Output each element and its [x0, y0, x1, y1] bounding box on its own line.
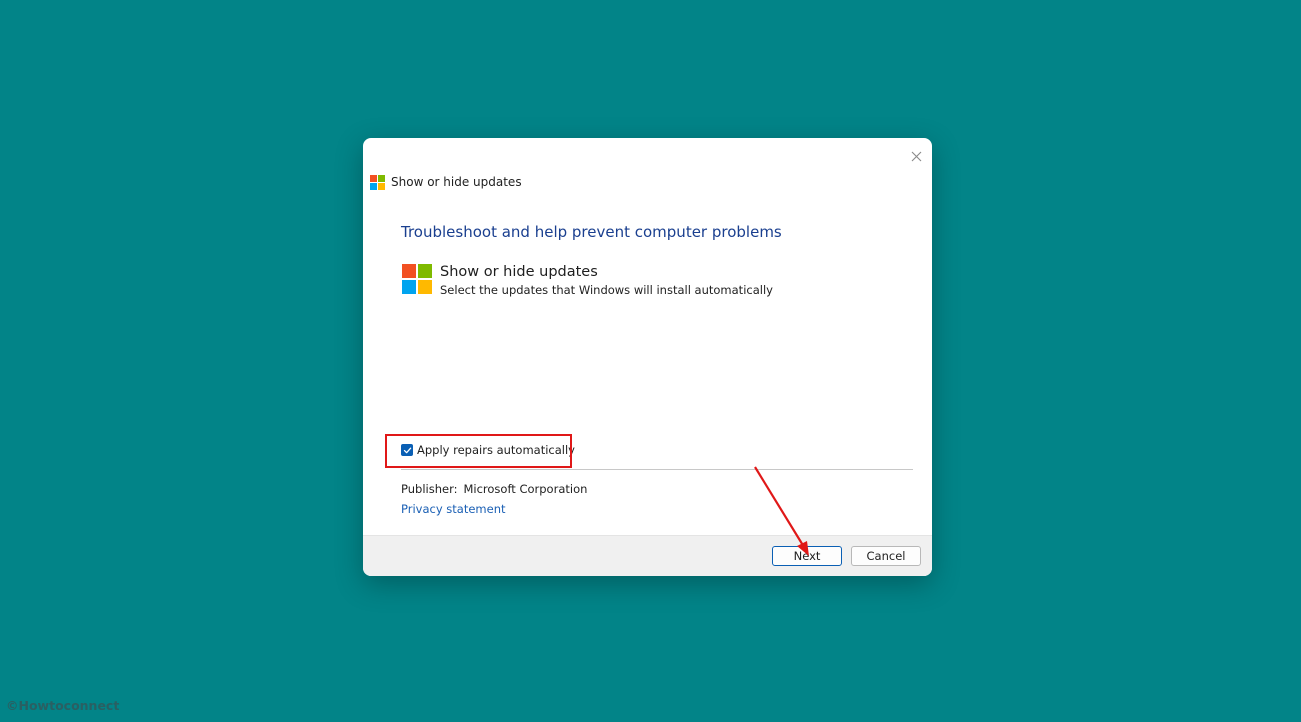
troubleshooter-dialog: Show or hide updates Troubleshoot and he…: [363, 138, 932, 576]
checkmark-icon: [403, 447, 411, 453]
logo-square-red: [370, 174, 377, 182]
publisher-value: Microsoft Corporation: [463, 482, 588, 496]
logo-square-red: [402, 264, 416, 278]
apply-repairs-label[interactable]: Apply repairs automatically: [417, 443, 575, 457]
troubleshooter-description: Select the updates that Windows will ins…: [440, 283, 773, 297]
dialog-footer: Next Cancel: [363, 535, 932, 576]
windows-logo-large-icon: [402, 264, 432, 294]
apply-repairs-checkbox[interactable]: [401, 444, 413, 456]
logo-square-green: [418, 264, 432, 278]
logo-square-blue: [402, 280, 416, 294]
apply-repairs-checkbox-row[interactable]: Apply repairs automatically: [401, 443, 575, 457]
dialog-title-bar: Show or hide updates: [370, 174, 522, 190]
troubleshooter-name: Show or hide updates: [440, 264, 598, 280]
logo-square-yellow: [418, 280, 432, 294]
cancel-button[interactable]: Cancel: [851, 546, 921, 566]
desktop-background: Show or hide updates Troubleshoot and he…: [0, 0, 1301, 722]
watermark: ©Howtoconnect: [6, 698, 120, 713]
privacy-statement-link[interactable]: Privacy statement: [401, 502, 506, 516]
logo-square-blue: [370, 182, 377, 190]
divider: [401, 469, 913, 470]
troubleshooter-info: Show or hide updates Select the updates …: [402, 264, 773, 297]
dialog-title: Show or hide updates: [391, 175, 522, 189]
next-button[interactable]: Next: [772, 546, 842, 566]
windows-logo-icon: [370, 174, 385, 190]
logo-square-yellow: [378, 182, 385, 190]
publisher-label: Publisher:: [401, 482, 458, 496]
page-heading: Troubleshoot and help prevent computer p…: [401, 223, 782, 241]
close-button[interactable]: [904, 144, 928, 168]
logo-square-green: [378, 174, 385, 182]
close-icon: [911, 151, 921, 161]
publisher-info: Publisher: Microsoft Corporation: [401, 482, 587, 496]
